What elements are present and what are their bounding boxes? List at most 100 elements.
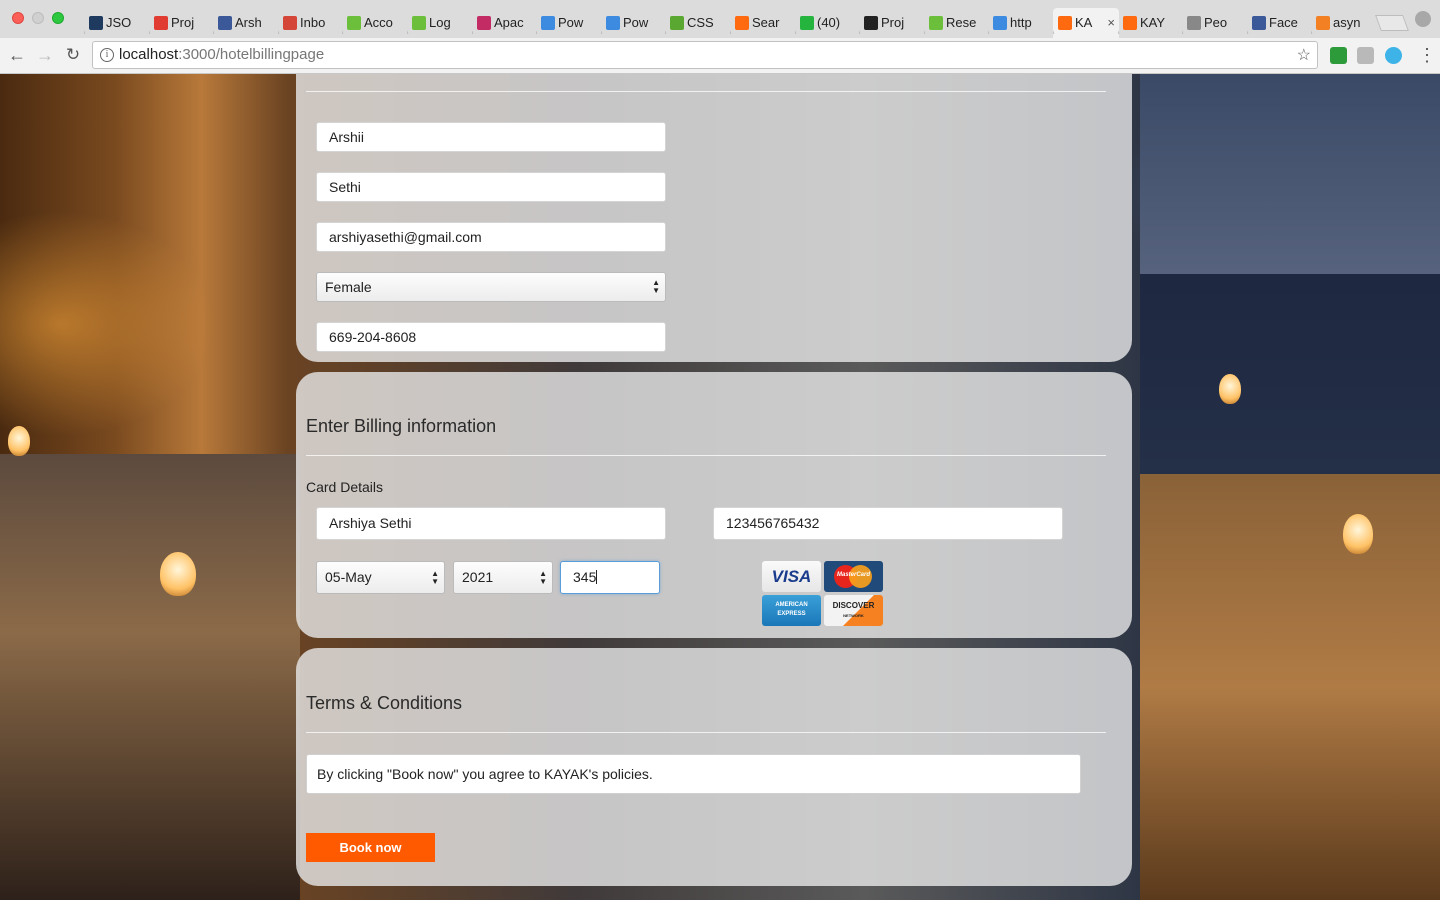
accepted-cards: VISA MasterCard AMERICAN EXPRESS DISCOVE…	[762, 561, 884, 627]
gmail-icon	[283, 16, 297, 30]
background-lamp	[1219, 374, 1241, 404]
maximize-window-button[interactable]	[52, 12, 64, 24]
page-viewport: Arshii Sethi arshiyasethi@gmail.com Fema…	[0, 74, 1440, 900]
first-name-input[interactable]: Arshii	[316, 122, 666, 152]
extension-icon[interactable]	[1357, 47, 1374, 64]
close-tab-icon[interactable]: ×	[1107, 8, 1115, 38]
background-lamp	[8, 426, 30, 456]
expiry-month-value: 05-May	[325, 569, 372, 585]
tab-label: Acco	[364, 15, 393, 30]
discover-logo: DISCOVER NETWORK	[824, 595, 883, 626]
json-icon	[89, 16, 103, 30]
visa-logo: VISA	[762, 561, 821, 592]
tab-label: Proj	[881, 15, 905, 30]
card-number-input[interactable]: 123456765432	[713, 507, 1063, 540]
url-text[interactable]: localhost:3000/hotelbillingpage	[119, 46, 324, 63]
new-tab-button[interactable]	[1375, 15, 1409, 31]
back-icon[interactable]: ←	[6, 44, 28, 66]
browser-tab[interactable]: Face	[1247, 8, 1313, 38]
gender-select[interactable]: Female ▲ ▼	[316, 272, 666, 302]
traveler-info-panel: Arshii Sethi arshiyasethi@gmail.com Fema…	[296, 74, 1132, 362]
browser-tab[interactable]: Sear	[730, 8, 796, 38]
facebook-icon	[218, 16, 232, 30]
powtoon-icon	[993, 16, 1007, 30]
section-divider	[306, 732, 1106, 733]
mastercard-logo: MasterCard	[824, 561, 883, 592]
minimize-window-button[interactable]	[32, 12, 44, 24]
browser-tab[interactable]: Apac	[472, 8, 538, 38]
url-path: :3000/hotelbillingpage	[178, 46, 325, 63]
discover-subtext: NETWORK	[843, 613, 864, 618]
forward-icon[interactable]: →	[34, 44, 56, 66]
css-icon	[670, 16, 684, 30]
tab-label: Apac	[494, 15, 524, 30]
browser-tab[interactable]: asyn	[1311, 8, 1377, 38]
powtoon-icon	[541, 16, 555, 30]
cors-extension-icon[interactable]	[1330, 47, 1347, 64]
browser-tab[interactable]: (40)	[795, 8, 861, 38]
background-sea	[1140, 274, 1440, 474]
browser-tab[interactable]: Log	[407, 8, 473, 38]
expiry-month-select[interactable]: 05-May ▲ ▼	[316, 561, 445, 594]
tab-label: Inbo	[300, 15, 326, 30]
browser-tab[interactable]: Inbo	[278, 8, 344, 38]
kayak-icon	[735, 16, 749, 30]
select-arrows-icon: ▲ ▼	[539, 569, 547, 586]
powtoon-icon	[606, 16, 620, 30]
extension-icon[interactable]	[1385, 47, 1402, 64]
bookmark-star-icon[interactable]: ☆	[1297, 45, 1311, 65]
browser-tab[interactable]: http	[988, 8, 1054, 38]
browser-tab[interactable]: Proj	[859, 8, 925, 38]
email-input[interactable]: arshiyasethi@gmail.com	[316, 222, 666, 252]
kayak-icon	[1058, 16, 1072, 30]
tab-label: Rese	[946, 15, 977, 30]
terms-text: By clicking "Book now" you agree to KAYA…	[306, 754, 1081, 794]
expiry-year-select[interactable]: 2021 ▲ ▼	[453, 561, 553, 594]
cvv-input[interactable]: 345	[560, 561, 660, 594]
browser-tab[interactable]: Peo	[1182, 8, 1248, 38]
background-deck	[1140, 474, 1440, 900]
github-icon	[864, 16, 878, 30]
browser-tab[interactable]: KAY	[1118, 8, 1184, 38]
address-bar[interactable]: i localhost:3000/hotelbillingpage ☆	[92, 41, 1318, 69]
close-window-button[interactable]	[12, 12, 24, 24]
select-arrows-icon: ▲ ▼	[431, 569, 439, 586]
reload-icon[interactable]: ↻	[62, 44, 84, 66]
profile-icon[interactable]	[1415, 11, 1431, 27]
cardholder-name-input[interactable]: Arshiya Sethi	[316, 507, 666, 540]
menu-icon[interactable]: ⋮	[1418, 45, 1436, 65]
facebook-icon	[1252, 16, 1266, 30]
browser-tab[interactable]: JSO	[84, 8, 150, 38]
book-now-button[interactable]: Book now	[306, 833, 435, 862]
tab-label: KAY	[1140, 15, 1166, 30]
billing-heading: Enter Billing information	[306, 416, 497, 436]
browser-tab[interactable]: Arsh	[213, 8, 279, 38]
tab-label: Arsh	[235, 15, 262, 30]
browser-tab[interactable]: Rese	[924, 8, 990, 38]
browser-tab[interactable]: Pow	[536, 8, 602, 38]
phone-input[interactable]: 669-204-8608	[316, 322, 666, 352]
last-name-input[interactable]: Sethi	[316, 172, 666, 202]
billing-panel: Enter Billing information Card Details A…	[296, 372, 1132, 638]
section-divider	[306, 455, 1106, 456]
terms-heading: Terms & Conditions	[306, 693, 463, 713]
tab-label: Pow	[623, 15, 649, 30]
amex-logo: AMERICAN EXPRESS	[762, 595, 821, 626]
browser-tab[interactable]: KA ×	[1053, 8, 1119, 38]
tab-label: asyn	[1333, 15, 1361, 30]
background-lamp	[160, 552, 196, 596]
info-icon[interactable]: i	[100, 48, 114, 62]
mastercard-text: MasterCard	[836, 572, 870, 578]
tab-label: Face	[1269, 15, 1298, 30]
tab-label: Peo	[1204, 15, 1228, 30]
browser-tab[interactable]: CSS	[665, 8, 731, 38]
tab-label: CSS	[687, 15, 714, 30]
tab-label: http	[1010, 15, 1032, 30]
section-divider	[306, 91, 1106, 92]
tab-label: JSO	[106, 15, 132, 30]
project-ring-icon	[154, 16, 168, 30]
browser-tab[interactable]: Pow	[601, 8, 667, 38]
url-host: localhost	[119, 46, 179, 63]
browser-tab[interactable]: Proj	[149, 8, 215, 38]
browser-tab[interactable]: Acco	[342, 8, 408, 38]
